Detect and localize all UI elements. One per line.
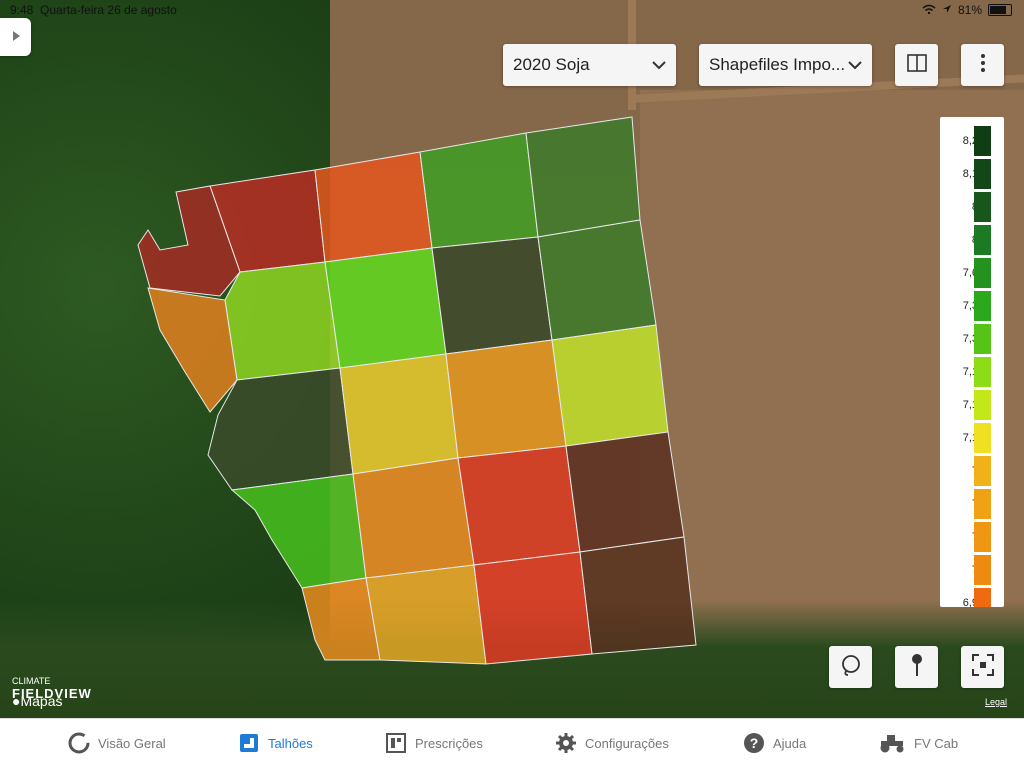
fields-icon	[238, 732, 260, 754]
tab-label: FV Cab	[914, 735, 959, 751]
svg-text:?: ?	[750, 735, 759, 751]
battery-percent: 81%	[957, 3, 982, 17]
legend-swatch	[974, 456, 991, 486]
lasso-button[interactable]	[829, 646, 872, 688]
legend-swatch	[974, 291, 991, 321]
management-zone[interactable]	[324, 247, 447, 369]
tab-configuracoes[interactable]: Configurações	[555, 732, 669, 754]
management-zone[interactable]	[352, 457, 475, 579]
color-scale-legend: 8,28,1887,67,37,37,17,17,177776,9	[940, 117, 1004, 607]
tab-ajuda[interactable]: ? Ajuda	[743, 732, 806, 754]
more-vertical-icon	[980, 53, 986, 78]
management-zone[interactable]	[224, 261, 341, 381]
legend-row: 7,1	[940, 422, 1004, 454]
battery-icon	[988, 4, 1012, 16]
legend-swatch	[974, 159, 991, 189]
management-zone[interactable]	[525, 116, 641, 238]
wifi-icon	[922, 3, 936, 17]
legend-swatch	[974, 423, 991, 453]
fullscreen-button[interactable]	[961, 646, 1004, 688]
legend-swatch	[974, 126, 991, 156]
split-view-button[interactable]	[895, 44, 938, 86]
legend-row: 7	[940, 488, 1004, 520]
chevron-down-icon	[652, 55, 666, 75]
legend-swatch	[974, 588, 991, 607]
layer-select-value: Shapefiles Impo...	[709, 55, 846, 74]
legend-row: 8,2	[940, 125, 1004, 157]
fullscreen-icon	[971, 653, 994, 681]
legend-row: 7,1	[940, 389, 1004, 421]
tab-prescricoes[interactable]: Prescrições	[385, 732, 483, 754]
layer-select[interactable]: Shapefiles Impo...	[699, 44, 872, 86]
maps-provider-label: ●Mapas	[12, 693, 63, 709]
legend-swatch	[974, 192, 991, 222]
tractor-icon	[878, 732, 906, 754]
legal-link[interactable]: Legal	[985, 697, 1007, 707]
season-select[interactable]: 2020 Soja	[503, 44, 676, 86]
tab-talhoes[interactable]: Talhões	[238, 732, 313, 754]
pin-icon	[911, 653, 923, 682]
legend-row: 7	[940, 554, 1004, 586]
bottom-tab-bar: Visão Geral Talhões Prescrições Configur…	[0, 718, 1024, 769]
management-zone[interactable]	[431, 236, 553, 355]
management-zone[interactable]	[419, 132, 539, 249]
chevron-right-icon	[11, 29, 21, 45]
legend-row: 8,1	[940, 158, 1004, 190]
split-view-icon	[906, 53, 927, 77]
management-zone[interactable]	[537, 219, 657, 341]
maps-provider-text: Mapas	[20, 693, 63, 709]
legend-swatch	[974, 324, 991, 354]
field-zones-overlay[interactable]	[0, 0, 1024, 718]
legend-row: 8	[940, 191, 1004, 223]
drop-pin-button[interactable]	[895, 646, 938, 688]
management-zone[interactable]	[365, 564, 487, 665]
status-bar: 9:48 Quarta-feira 26 de agosto 81%	[0, 0, 1024, 20]
brand-small-text: CLIMATE	[12, 676, 51, 686]
legend-swatch	[974, 522, 991, 552]
tab-label: Configurações	[585, 735, 669, 751]
tab-label: Ajuda	[773, 735, 807, 751]
gear-icon	[555, 732, 577, 754]
management-zone[interactable]	[565, 431, 685, 553]
management-zone[interactable]	[445, 339, 567, 459]
lasso-icon	[840, 654, 862, 681]
management-zone[interactable]	[339, 353, 459, 475]
legend-row: 6,9	[940, 587, 1004, 607]
legend-row: 7	[940, 455, 1004, 487]
legend-swatch	[974, 357, 991, 387]
legend-row: 7,3	[940, 290, 1004, 322]
tab-fv-cab[interactable]: FV Cab	[878, 732, 958, 754]
legend-swatch	[974, 489, 991, 519]
tab-visao-geral[interactable]: Visão Geral	[68, 732, 166, 754]
legend-swatch	[974, 390, 991, 420]
management-zone[interactable]	[457, 445, 581, 566]
legend-swatch	[974, 555, 991, 585]
season-select-value: 2020 Soja	[513, 55, 590, 74]
more-options-button[interactable]	[961, 44, 1004, 86]
management-zone[interactable]	[551, 324, 669, 447]
legend-row: 7,1	[940, 356, 1004, 388]
tab-label: Prescrições	[415, 735, 483, 751]
overview-ring-icon	[68, 732, 90, 754]
chevron-down-icon	[848, 55, 862, 75]
legend-row: 7,3	[940, 323, 1004, 355]
legend-row: 7	[940, 521, 1004, 553]
prescriptions-icon	[385, 732, 407, 754]
legend-row: 7,6	[940, 257, 1004, 289]
legend-swatch	[974, 225, 991, 255]
help-icon: ?	[743, 732, 765, 754]
management-zone[interactable]	[230, 473, 367, 589]
management-zone[interactable]	[473, 551, 593, 665]
status-time: 9:48 Quarta-feira 26 de agosto	[10, 3, 177, 17]
satellite-map[interactable]	[0, 0, 1024, 718]
sidebar-toggle-button[interactable]	[0, 18, 31, 56]
management-zone[interactable]	[579, 536, 697, 655]
tab-label: Visão Geral	[98, 735, 166, 751]
legend-row: 8	[940, 224, 1004, 256]
management-zone[interactable]	[314, 151, 433, 263]
tab-label: Talhões	[268, 735, 313, 751]
legend-swatch	[974, 258, 991, 288]
management-zone[interactable]	[147, 287, 238, 413]
location-icon	[942, 3, 952, 17]
